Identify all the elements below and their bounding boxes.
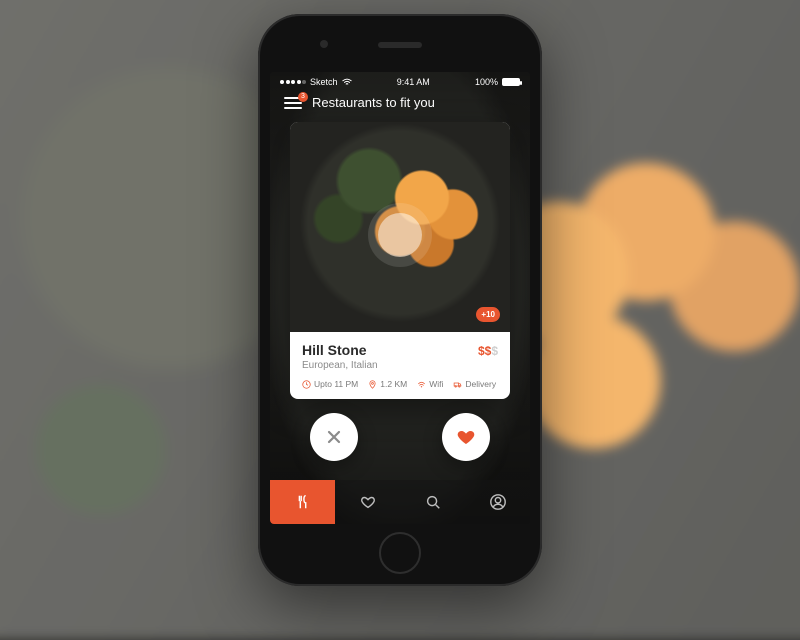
hours-chip: Upto 11 PM [302, 379, 358, 389]
heart-outline-icon [359, 493, 377, 511]
close-icon [324, 427, 344, 447]
battery-icon [502, 78, 520, 86]
search-icon [424, 493, 442, 511]
signal-strength-icon [280, 80, 306, 84]
cuisine-label: European, Italian [302, 360, 498, 371]
tab-search[interactable] [400, 480, 465, 524]
restaurant-photo[interactable]: +10 [290, 122, 510, 332]
restaurant-info: Hill Stone $$$ European, Italian Upto 11… [290, 332, 510, 399]
restaurant-card[interactable]: +10 Hill Stone $$$ European, Italian Upt… [290, 122, 510, 399]
battery-percent: 100% [475, 77, 498, 87]
heart-icon [456, 427, 476, 447]
pin-icon [368, 380, 377, 389]
carrier-label: Sketch [310, 77, 338, 87]
price-tier: $$$ [478, 344, 498, 358]
phone-camera [320, 40, 328, 48]
like-button[interactable] [442, 413, 490, 461]
wifi-icon [342, 78, 352, 86]
clock-icon [302, 380, 311, 389]
wifi-small-icon [417, 380, 426, 389]
photo-count-badge: +10 [476, 307, 500, 322]
utensils-icon [294, 493, 312, 511]
restaurant-name: Hill Stone [302, 342, 367, 358]
distance-chip: 1.2 KM [368, 379, 407, 389]
tab-discover[interactable] [270, 480, 335, 524]
phone-speaker [378, 42, 422, 48]
tab-favorites[interactable] [335, 480, 400, 524]
tab-bar [270, 480, 530, 524]
page-title: Restaurants to fit you [312, 95, 435, 110]
status-bar: Sketch 9:41 AM 100% [270, 72, 530, 87]
dismiss-button[interactable] [310, 413, 358, 461]
app-screen: Sketch 9:41 AM 100% 3 Restaurants to fit… [270, 72, 530, 524]
delivery-icon [453, 380, 462, 389]
phone-frame: Sketch 9:41 AM 100% 3 Restaurants to fit… [258, 14, 542, 586]
home-button[interactable] [379, 532, 421, 574]
delivery-chip: Delivery [453, 379, 496, 389]
tab-profile[interactable] [465, 480, 530, 524]
app-header: 3 Restaurants to fit you [270, 87, 530, 116]
tap-indicator [378, 213, 422, 257]
notification-badge: 3 [298, 92, 308, 102]
swipe-actions [270, 399, 530, 461]
menu-button[interactable]: 3 [284, 97, 302, 109]
profile-icon [489, 493, 507, 511]
restaurant-meta: Upto 11 PM 1.2 KM Wifi Delivery [302, 379, 498, 389]
clock: 9:41 AM [397, 77, 430, 87]
wifi-chip: Wifi [417, 379, 443, 389]
